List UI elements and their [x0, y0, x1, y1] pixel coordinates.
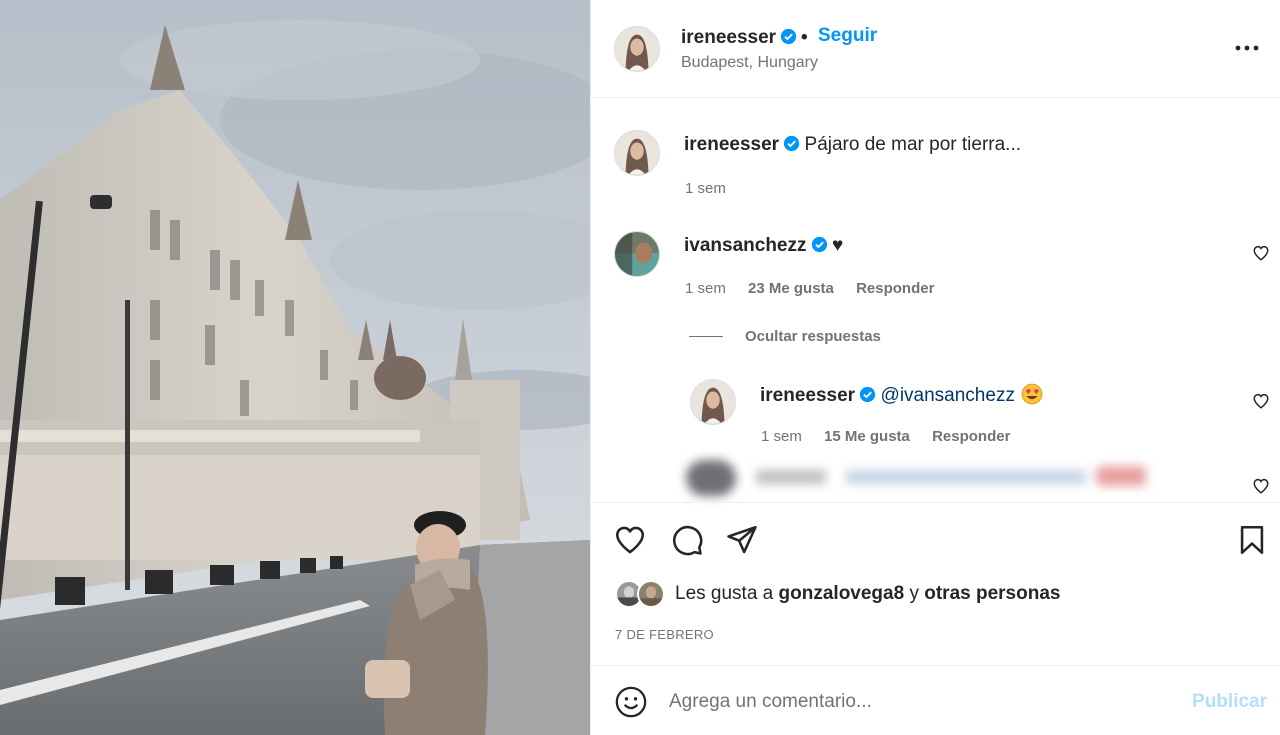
- post-actions: Les gusta a gonzalovega8 y otras persona…: [591, 502, 1280, 666]
- post-date[interactable]: 7 DE FEBRERO: [615, 627, 714, 642]
- smile-icon[interactable]: [614, 685, 648, 719]
- verified-icon: [811, 236, 828, 253]
- comment-text: ♥: [831, 235, 844, 256]
- likes-summary[interactable]: Les gusta a gonzalovega8 y otras persona…: [615, 579, 1060, 609]
- author-avatar[interactable]: [614, 26, 660, 72]
- comment-like-count[interactable]: 23 Me gusta: [748, 280, 834, 297]
- caption-text: Pájaro de mar por tierra...: [804, 134, 1022, 155]
- liker-username[interactable]: gonzalovega8: [779, 583, 905, 604]
- post-photo: [0, 0, 590, 735]
- comment-like-heart-icon[interactable]: [1252, 244, 1270, 262]
- comment-reply-button[interactable]: Responder: [856, 280, 934, 297]
- comment-icon[interactable]: [670, 523, 704, 557]
- post-location[interactable]: Budapest, Hungary: [681, 54, 818, 72]
- reply-like-count[interactable]: 15 Me gusta: [824, 428, 910, 445]
- save-icon[interactable]: [1235, 523, 1269, 557]
- author-username[interactable]: ireneesser: [681, 27, 776, 48]
- hide-replies-toggle[interactable]: Ocultar respuestas: [689, 328, 881, 345]
- hide-replies-label: Ocultar respuestas: [745, 328, 881, 345]
- reply-avatar[interactable]: [690, 379, 736, 425]
- replies-divider: [689, 336, 723, 337]
- post-header: ireneesser • Seguir Budapest, Hungary: [591, 0, 1280, 98]
- reply-username[interactable]: ireneesser: [760, 385, 855, 406]
- heart-icon[interactable]: [613, 523, 647, 557]
- share-icon[interactable]: [725, 523, 759, 557]
- blurred-comment-heart-icon[interactable]: [1252, 477, 1270, 495]
- separator-dot: •: [801, 27, 808, 48]
- likes-others-link[interactable]: otras personas: [924, 583, 1060, 604]
- publish-button[interactable]: Publicar: [1192, 691, 1267, 713]
- comment-avatar[interactable]: [614, 231, 660, 277]
- blurred-comment: [686, 456, 1156, 500]
- reply-reply-button[interactable]: Responder: [932, 428, 1010, 445]
- reply-mention-link[interactable]: @ivansanchezz: [881, 385, 1015, 406]
- heart-eyes-emoji-icon: [1021, 383, 1043, 405]
- parliament-photo: [0, 0, 590, 735]
- follow-button[interactable]: Seguir: [818, 25, 877, 47]
- likes-conjunction: y: [909, 583, 919, 604]
- caption-avatar[interactable]: [614, 130, 660, 176]
- reply-like-heart-icon[interactable]: [1252, 392, 1270, 410]
- liker-avatar: [637, 580, 665, 608]
- comment-composer: Publicar: [591, 667, 1280, 735]
- more-options-icon[interactable]: [1233, 36, 1261, 60]
- likes-prefix: Les gusta a: [675, 583, 774, 604]
- comment-username[interactable]: ivansanchezz: [684, 235, 807, 256]
- verified-icon: [859, 386, 876, 403]
- verified-icon: [783, 135, 800, 152]
- comment-timestamp[interactable]: 1 sem: [685, 280, 726, 297]
- caption-username[interactable]: ireneesser: [684, 134, 779, 155]
- post-details-panel: ireneesser • Seguir Budapest, Hungary ir…: [590, 0, 1280, 735]
- liker-avatars: [615, 579, 665, 609]
- comment-input[interactable]: [669, 687, 1169, 717]
- caption-timestamp[interactable]: 1 sem: [685, 180, 726, 197]
- reply-timestamp[interactable]: 1 sem: [761, 428, 802, 445]
- verified-icon: [780, 28, 797, 45]
